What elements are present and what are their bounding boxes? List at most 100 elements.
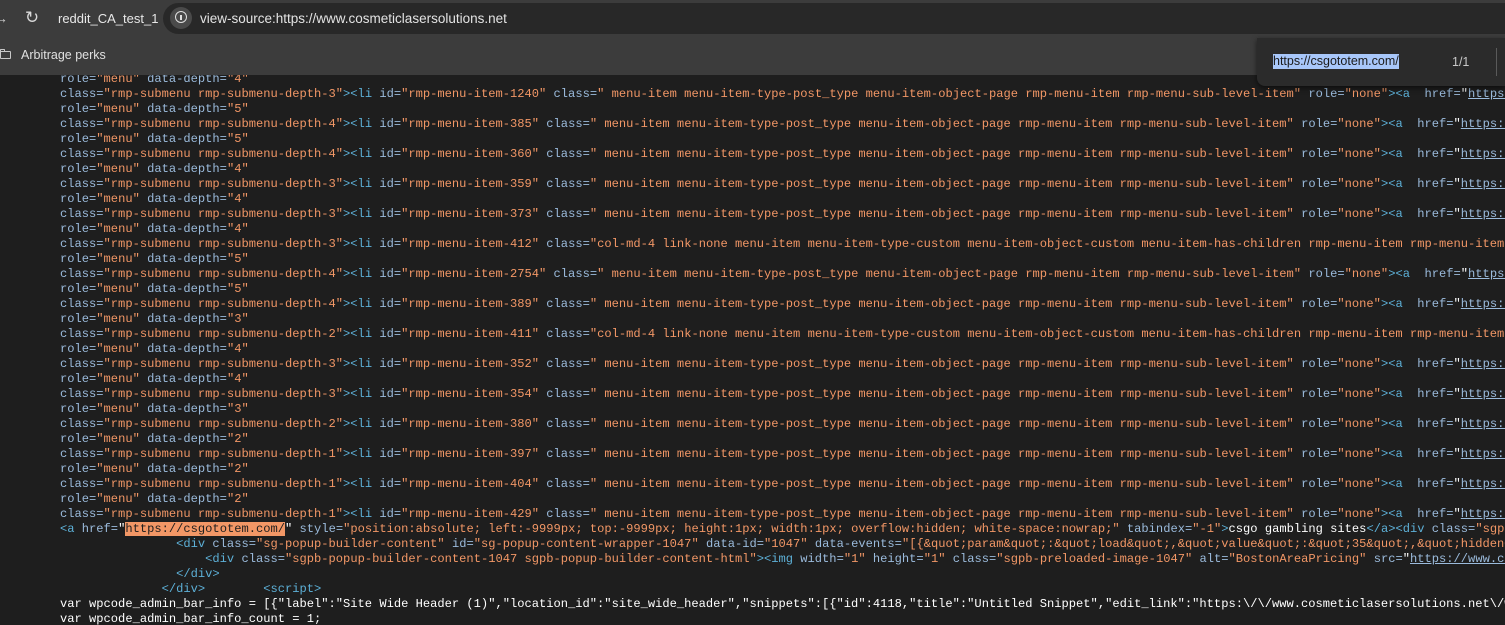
source-token: "col-md-4 link-none menu-item menu-item-…	[589, 237, 1505, 251]
source-line: role="menu" data-depth="5"	[60, 252, 249, 267]
source-token: href=	[1417, 507, 1454, 521]
address-bar-url[interactable]: view-source:https://www.cosmeticlasersol…	[200, 11, 507, 27]
source-token: style=	[299, 522, 344, 536]
source-token: class=	[546, 447, 590, 461]
source-link[interactable]: https://w	[1468, 87, 1505, 101]
source-token: "none"	[1337, 417, 1381, 431]
source-token: "rmp-submenu rmp-submenu-depth-3"	[103, 237, 344, 251]
source-token: role=	[1301, 147, 1338, 161]
source-token: "menu"	[96, 342, 140, 356]
source-link[interactable]: https://w	[1461, 207, 1505, 221]
source-token: href=	[1417, 177, 1454, 191]
source-token: role=	[60, 132, 97, 146]
source-token: "5"	[226, 102, 249, 116]
source-token: " menu-item menu-item-type-post_type men…	[589, 117, 1294, 131]
source-token: role=	[60, 372, 97, 386]
source-link[interactable]: https://w	[1461, 297, 1505, 311]
source-token: href=	[1417, 147, 1454, 161]
source-link[interactable]: https://w	[1461, 357, 1505, 371]
source-token: ><img	[756, 552, 801, 566]
source-token: "rmp-menu-item-352"	[401, 357, 540, 371]
source-link[interactable]: https://w	[1461, 177, 1505, 191]
source-token: class=	[546, 237, 590, 251]
source-token: "rmp-submenu rmp-submenu-depth-4"	[103, 117, 344, 131]
source-token: href=	[1417, 387, 1454, 401]
source-token: " menu-item menu-item-type-post_type men…	[589, 177, 1294, 191]
folder-icon	[0, 49, 11, 60]
source-token: ><a	[1380, 507, 1418, 521]
source-link[interactable]: https://w	[1461, 417, 1505, 431]
source-token: " menu-item menu-item-type-post_type men…	[589, 207, 1294, 221]
source-token: role=	[1301, 447, 1338, 461]
source-token: height=	[872, 552, 924, 566]
source-line: class="rmp-submenu rmp-submenu-depth-3">…	[60, 357, 1505, 372]
site-info-icon[interactable]	[170, 7, 192, 29]
source-token: "menu"	[96, 402, 140, 416]
source-token	[60, 567, 176, 581]
bookmark-folder-arbitrage-perks[interactable]: Arbitrage perks	[21, 48, 106, 63]
source-line: <a href="https://csgototem.com/" style="…	[60, 522, 1505, 537]
source-token: "4"	[226, 222, 249, 236]
source-token: class=	[60, 417, 104, 431]
source-view[interactable]: role="menu" data-depth="4" class="rmp-sub…	[0, 75, 1505, 625]
source-token: "rmp-menu-item-389"	[401, 297, 540, 311]
source-token: ><li	[343, 87, 380, 101]
source-token: role=	[60, 312, 97, 326]
source-link[interactable]: https://w	[1468, 267, 1505, 281]
source-token: role=	[60, 102, 97, 116]
source-token: "none"	[1337, 387, 1381, 401]
source-token: ><a	[1380, 357, 1418, 371]
source-link[interactable]: https://www.cosme	[1410, 552, 1505, 566]
source-token: "BostonAreaPricing"	[1228, 552, 1367, 566]
source-token: "rmp-submenu rmp-submenu-depth-3"	[103, 87, 344, 101]
source-token: role=	[1301, 477, 1338, 491]
source-token: class=	[546, 387, 590, 401]
source-token: role=	[1308, 267, 1345, 281]
reload-icon[interactable]: ↻	[22, 8, 42, 28]
source-line: role="menu" data-depth="4"	[60, 222, 249, 237]
source-token: "	[1453, 387, 1461, 401]
source-line: </div>	[60, 567, 220, 582]
find-input[interactable]: https://csgototem.com/	[1273, 54, 1399, 69]
source-link[interactable]: https://w	[1461, 507, 1505, 521]
source-line: role="menu" data-depth="5"	[60, 282, 249, 297]
source-token: "4"	[226, 342, 249, 356]
source-token: "col-md-4 link-none menu-item menu-item-…	[589, 327, 1505, 341]
source-token: "rmp-submenu rmp-submenu-depth-3"	[103, 207, 344, 221]
forward-icon[interactable]: →	[0, 11, 8, 25]
source-link[interactable]: https://w	[1461, 477, 1505, 491]
source-link[interactable]: https://w	[1461, 387, 1505, 401]
source-token: href=	[1417, 297, 1454, 311]
source-token: width=	[800, 552, 844, 566]
source-line: class="rmp-submenu rmp-submenu-depth-1">…	[60, 477, 1505, 492]
source-token: "1"	[843, 552, 866, 566]
source-token: data-id=	[705, 537, 765, 551]
source-link[interactable]: https://w	[1461, 447, 1505, 461]
source-line: class="rmp-submenu rmp-submenu-depth-4">…	[60, 147, 1505, 162]
source-token	[1120, 522, 1127, 536]
source-token: class=	[546, 357, 590, 371]
source-token: "none"	[1337, 177, 1381, 191]
source-token: role=	[60, 252, 97, 266]
source-token: "	[1453, 507, 1461, 521]
source-line: role="menu" data-depth="4"	[60, 372, 249, 387]
source-token: "menu"	[96, 372, 140, 386]
find-match-highlight[interactable]: https://csgototem.com/	[125, 522, 286, 536]
source-token	[292, 522, 299, 536]
source-token: "2"	[226, 462, 249, 476]
source-token: ><li	[343, 507, 380, 521]
source-token: class=	[1431, 522, 1476, 536]
source-line: role="menu" data-depth="2"	[60, 462, 249, 477]
source-token: " menu-item menu-item-type-post_type men…	[589, 477, 1294, 491]
source-token: <div	[205, 552, 242, 566]
source-token: href=	[1417, 477, 1454, 491]
source-token	[1294, 207, 1301, 221]
tab-title[interactable]: reddit_CA_test_1	[58, 11, 158, 27]
source-token: href=	[1424, 87, 1461, 101]
source-token: "[{&quot;param&quot;:&quot;load&quot;,&q…	[901, 537, 1505, 551]
source-token: " menu-item menu-item-type-post_type men…	[589, 357, 1294, 371]
source-link[interactable]: https://w	[1461, 117, 1505, 131]
source-token: "4"	[226, 372, 249, 386]
source-line: class="rmp-submenu rmp-submenu-depth-2">…	[60, 417, 1505, 432]
source-link[interactable]: https://w	[1461, 147, 1505, 161]
